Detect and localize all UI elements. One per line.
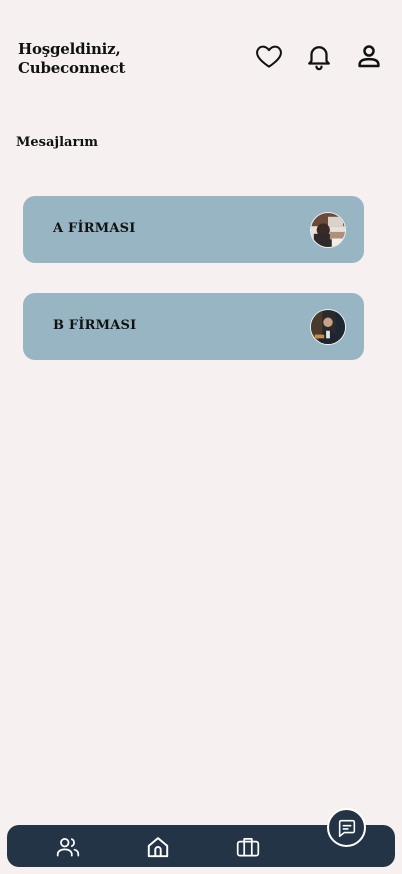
chat-button[interactable] (327, 808, 366, 847)
header: Hoşgeldiniz, Cubeconnect (18, 40, 384, 80)
users-icon[interactable] (54, 833, 82, 861)
greeting-line-1: Hoşgeldiniz, (18, 40, 121, 58)
thread-name: A FİRMASI (53, 221, 136, 236)
bell-icon[interactable] (303, 40, 335, 72)
message-thread-a[interactable]: A FİRMASI (23, 196, 364, 263)
messages-title: Mesajlarım (16, 135, 99, 150)
briefcase-icon[interactable] (234, 833, 262, 861)
message-thread-b[interactable]: B FİRMASI (23, 293, 364, 360)
thread-name: B FİRMASI (53, 318, 137, 333)
company-a-avatar (310, 212, 346, 248)
greeting: Hoşgeldiniz, Cubeconnect (18, 40, 125, 78)
messages-screen: Hoşgeldiniz, Cubeconnect Mesajlarım A Fİ… (0, 0, 402, 874)
heart-icon[interactable] (253, 40, 285, 72)
home-icon[interactable] (144, 833, 172, 861)
user-icon[interactable] (353, 40, 385, 72)
greeting-line-2: Cubeconnect (18, 59, 126, 77)
chat-icon (338, 819, 355, 837)
company-b-avatar (310, 309, 346, 345)
